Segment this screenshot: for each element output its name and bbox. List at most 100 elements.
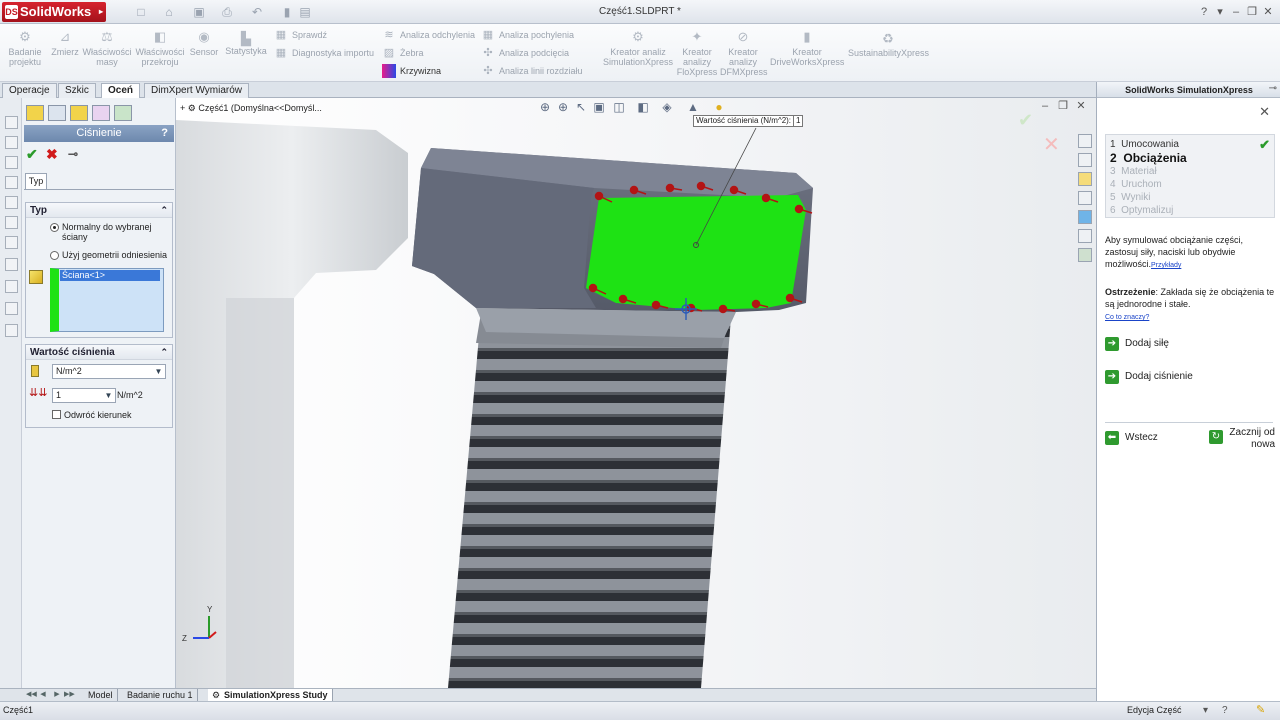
last-tab-icon[interactable]: ▶▶ [64, 690, 75, 700]
file-explorer-icon[interactable] [1078, 172, 1092, 186]
status-help-icon[interactable]: ? [1222, 702, 1228, 719]
back-button[interactable]: ⬅ Wstecz [1105, 431, 1158, 445]
view-palette-icon[interactable] [1078, 191, 1092, 205]
viewport-minimize-icon[interactable]: – [1038, 99, 1052, 113]
tab-simulationxpress-study[interactable]: ⚙ SimulationXpress Study [208, 689, 333, 701]
prev-tab-icon[interactable]: ◀ [38, 690, 48, 700]
restore-button[interactable]: ❐ [1244, 4, 1260, 20]
tool-icon-4[interactable] [5, 176, 18, 189]
unit-select[interactable]: N/m^2 ▼ [52, 364, 166, 379]
collapse-icon[interactable]: ⌃ [160, 345, 168, 360]
step-optimize[interactable]: 6 Optymalizuj [1110, 205, 1173, 217]
viewport-close-icon[interactable]: ✕ [1074, 99, 1088, 113]
tool-icon-1[interactable] [5, 116, 18, 129]
undercut-analysis-tool[interactable]: ✣ Analiza podcięcia [481, 45, 569, 61]
collapse-icon[interactable]: ⌃ [160, 203, 168, 218]
first-tab-icon[interactable]: ◀◀ [26, 690, 37, 700]
selected-face[interactable] [586, 195, 806, 310]
previous-view-icon[interactable]: ↖ [574, 100, 588, 114]
sensor-button[interactable]: ◉ Sensor [188, 30, 220, 58]
pin-icon[interactable]: ⊸ [1269, 83, 1277, 94]
measure-button[interactable]: ⊿ Zmierz [50, 30, 80, 58]
ok-button[interactable]: ✔ [26, 147, 38, 161]
section-view-icon[interactable]: ▣ [592, 100, 606, 114]
deviation-analysis-tool[interactable]: ≋ Analiza odchylenia [382, 27, 475, 43]
design-library-icon[interactable] [1078, 153, 1092, 167]
type-group-header[interactable]: Typ ⌃ [26, 203, 172, 218]
selected-face-item[interactable]: Ściana<1> [60, 270, 160, 281]
curvature-tool[interactable]: ■Krzywizna [382, 63, 441, 79]
help-icon[interactable]: ? [1196, 4, 1212, 20]
add-pressure-button[interactable]: ➔ Dodaj ciśnienie [1105, 370, 1193, 384]
next-tab-icon[interactable]: ▶ [52, 690, 62, 700]
tool-icon-8[interactable] [5, 258, 18, 271]
tab-motion-study[interactable]: Badanie ruchu 1 [123, 689, 198, 701]
step-loads[interactable]: 2 Obciążenia [1110, 152, 1187, 164]
parting-line-analysis-tool[interactable]: ✣ Analiza linii rozdziału [481, 63, 582, 79]
scene-icon[interactable]: ● [712, 100, 726, 114]
tool-icon-9[interactable] [5, 280, 18, 293]
sustainabilityxpress-button[interactable]: ♻ SustainabilityXpress [848, 32, 929, 59]
design-study-button[interactable]: ⚙ Badanie projektu [4, 30, 46, 68]
tool-icon-6[interactable] [5, 216, 18, 229]
tool-icon-2[interactable] [5, 136, 18, 149]
confirm-corner-icon[interactable]: ✔ [1018, 110, 1033, 131]
radio-reference-geometry[interactable]: Użyj geometrii odniesienia [50, 250, 170, 260]
tab-sketch[interactable]: Szkic [58, 83, 96, 98]
configuration-manager-icon[interactable] [70, 105, 88, 121]
simulationxpress-tab-icon[interactable] [1078, 248, 1092, 262]
examples-link[interactable]: Przykłady [1151, 262, 1181, 269]
tool-icon-10[interactable] [5, 302, 18, 315]
tab-evaluate[interactable]: Oceń [101, 83, 141, 98]
feature-manager-icon[interactable] [26, 105, 44, 121]
help-button[interactable]: ? [161, 125, 168, 142]
display-style-icon[interactable]: ◧ [636, 100, 650, 114]
mass-properties-button[interactable]: ⚖ Właściwości masy [82, 30, 132, 68]
feature-tree-flyout[interactable]: + ⚙ Część1 (Domyślna<<Domyśl... [180, 103, 322, 114]
custom-properties-icon[interactable] [1078, 229, 1092, 243]
viewport-restore-icon[interactable]: ❐ [1056, 99, 1070, 113]
close-button[interactable]: ✕ [1260, 4, 1276, 20]
driveworksxpress-button[interactable]: ▮ Kreator DriveWorksXpress [770, 30, 844, 68]
add-force-button[interactable]: ➔ Dodaj siłę [1105, 337, 1169, 351]
radio-normal-to-face[interactable]: Normalny do wybranej ściany [50, 222, 170, 242]
status-options-icon[interactable]: ▾ [1203, 702, 1208, 719]
zebra-tool[interactable]: ▨ Żebra [382, 45, 424, 61]
bolt-model[interactable]: Z Y [176, 98, 1096, 688]
hide-show-icon[interactable]: ◈ [660, 100, 674, 114]
import-diagnostics-tool[interactable]: ▦ Diagnostyka importu [274, 45, 374, 61]
tab-dimxpert[interactable]: DimXpert Wymiarów [144, 83, 250, 98]
simulationxpress-button[interactable]: ⚙ Kreator analiz SimulationXpress [600, 30, 676, 68]
tab-type[interactable]: Typ [25, 173, 47, 189]
rebuild-status-icon[interactable]: ✎ [1256, 702, 1265, 719]
property-manager-icon[interactable] [48, 105, 66, 121]
pushpin-icon[interactable]: ⊸ [68, 147, 78, 161]
tab-features[interactable]: Operacje [2, 83, 57, 98]
dfmxpress-button[interactable]: ⊘ Kreator analizy DFMXpress [720, 30, 768, 78]
display-manager-icon[interactable] [114, 105, 132, 121]
resources-icon[interactable] [1078, 134, 1092, 148]
tool-icon-11[interactable] [5, 324, 18, 337]
graphics-area[interactable]: Z Y + ⚙ Część1 (Domyślna<<Domyśl... ⊕ ⊕ … [176, 98, 1096, 688]
tool-icon-5[interactable] [5, 196, 18, 209]
restart-button[interactable]: ↻ Zacznij od nowa [1209, 427, 1275, 451]
step-fixtures[interactable]: 1 Umocowania [1110, 139, 1179, 151]
step-material[interactable]: 3 Materiał [1110, 166, 1157, 178]
what-does-this-mean-link[interactable]: Co to znaczy? [1105, 314, 1149, 321]
floxpress-button[interactable]: ✦ Kreator analizy FloXpress [676, 30, 718, 78]
face-selection-box[interactable]: Ściana<1> [50, 268, 164, 332]
statistics-button[interactable]: ▙ Statystyka [222, 32, 270, 57]
tool-icon-7[interactable] [5, 236, 18, 249]
pressure-value-header[interactable]: Wartość ciśnienia ⌃ [26, 345, 172, 360]
step-results[interactable]: 5 Wyniki [1110, 192, 1150, 204]
view-orientation-icon[interactable]: ◫ [612, 100, 626, 114]
dropdown-icon[interactable]: ▾ [1212, 4, 1228, 20]
check-tool[interactable]: ▦ Sprawdź [274, 27, 327, 43]
expand-icon[interactable]: + [180, 103, 185, 113]
reverse-direction-checkbox[interactable]: Odwróć kierunek [52, 410, 132, 420]
dimxpert-manager-icon[interactable] [92, 105, 110, 121]
pressure-value-input[interactable]: 1 ▼ [52, 388, 116, 403]
pressure-callout[interactable]: Wartość ciśnienia (N/m^2): 1 [693, 115, 804, 127]
appearance-icon[interactable]: ▲ [686, 100, 700, 114]
zoom-to-fit-icon[interactable]: ⊕ [538, 100, 552, 114]
